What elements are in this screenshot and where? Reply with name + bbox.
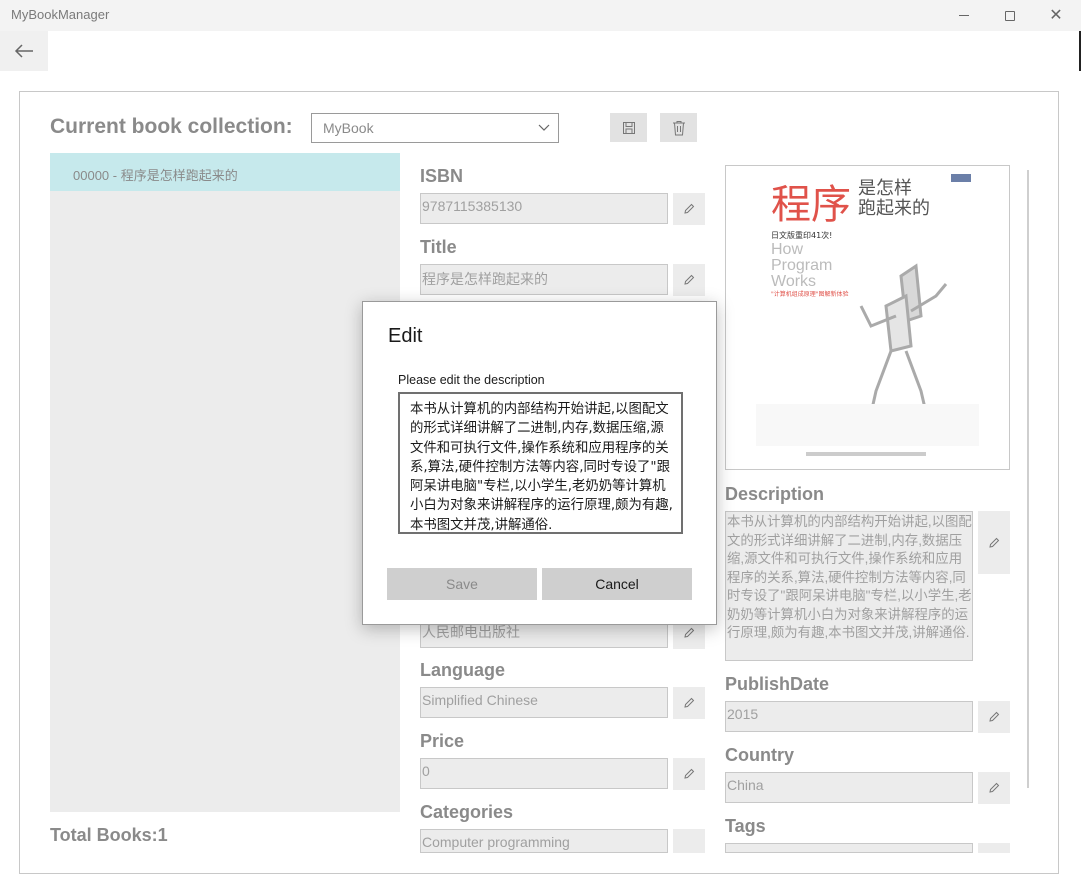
cancel-button[interactable]: Cancel (542, 568, 692, 600)
description-field[interactable]: 本书从计算机的内部结构开始讲起,以图配文的形式详细讲解了二进制,内存,数据压缩,… (725, 511, 973, 661)
publishdate-field[interactable]: 2015 (725, 701, 973, 732)
language-field[interactable]: Simplified Chinese (420, 687, 668, 718)
pencil-icon (684, 274, 695, 285)
cover-title-big: 程序 (771, 182, 851, 228)
description-value: 本书从计算机的内部结构开始讲起,以图配文的形式详细讲解了二进制,内存,数据压缩,… (727, 514, 972, 640)
isbn-value: 9787115385130 (422, 198, 523, 214)
categories-value: Computer programming (422, 834, 570, 850)
maximize-button[interactable] (987, 0, 1033, 31)
edit-categories-button[interactable] (673, 829, 705, 853)
back-arrow-icon (14, 44, 33, 58)
pencil-icon (684, 203, 695, 214)
edit-dialog: Edit Please edit the description 本书从计算机的… (362, 301, 717, 625)
edit-country-button[interactable] (978, 772, 1010, 804)
total-books: Total Books:1 (50, 825, 168, 845)
description-label: Description (725, 484, 825, 504)
pencil-icon (684, 768, 695, 779)
delete-collection-button[interactable] (660, 113, 697, 142)
collection-dropdown-value: MyBook (323, 120, 374, 136)
maximize-icon (1005, 10, 1015, 21)
book-list[interactable]: 00000 - 程序是怎样跑起来的 (50, 153, 400, 812)
title-value: 程序是怎样跑起来的 (422, 271, 548, 287)
language-value: Simplified Chinese (422, 692, 538, 708)
isbn-label: ISBN (420, 166, 464, 186)
cover-subtitle: "计算机组成原理"图解新体验 (771, 290, 849, 298)
cover-english-2: Program (771, 257, 832, 274)
list-item[interactable]: 00000 - 程序是怎样跑起来的 (50, 153, 400, 191)
close-icon: ✕ (1049, 6, 1063, 24)
pencil-icon (989, 782, 1000, 793)
save-collection-button[interactable] (610, 113, 647, 142)
cover-reprint: 日文版重印41次! (771, 230, 832, 240)
isbn-field[interactable]: 9787115385130 (420, 193, 668, 224)
dialog-prompt: Please edit the description (398, 373, 545, 387)
edit-price-button[interactable] (673, 758, 705, 790)
cover-title-rest-1: 是怎样 (858, 178, 912, 199)
book-cover-image: 程序 是怎样 跑起来的 日文版重印41次! How Program Works … (725, 165, 1010, 470)
collection-label: Current book collection: (50, 115, 293, 138)
close-button[interactable]: ✕ (1033, 0, 1079, 31)
save-disk-icon (622, 121, 635, 134)
categories-label: Categories (420, 802, 514, 822)
save-button[interactable]: Save (387, 568, 537, 600)
categories-field[interactable]: Computer programming (420, 829, 668, 853)
publishdate-value: 2015 (727, 706, 759, 722)
edit-language-button[interactable] (673, 687, 705, 719)
pencil-icon (989, 711, 1000, 722)
dialog-title: Edit (388, 325, 423, 347)
publisher-value: 人民邮电出版社 (422, 624, 520, 640)
edit-isbn-button[interactable] (673, 193, 705, 225)
pencil-icon (684, 697, 695, 708)
edit-title-button[interactable] (673, 264, 705, 296)
language-label: Language (420, 660, 506, 680)
scrollbar[interactable] (1027, 170, 1029, 788)
country-value: China (727, 777, 764, 793)
minimize-icon (959, 15, 969, 16)
chevron-down-icon (538, 124, 550, 131)
pencil-icon (684, 627, 695, 638)
collection-dropdown[interactable]: MyBook (311, 113, 559, 143)
country-field[interactable]: China (725, 772, 973, 803)
back-button[interactable] (0, 31, 48, 71)
price-field[interactable]: 0 (420, 758, 668, 789)
cover-english-3: Works (771, 273, 816, 290)
trash-icon (672, 120, 685, 135)
cover-english-1: How (771, 241, 803, 258)
book-item-label: 00000 - 程序是怎样跑起来的 (73, 168, 238, 183)
pencil-icon (989, 537, 1000, 548)
description-textarea[interactable]: 本书从计算机的内部结构开始讲起,以图配文的形式详细讲解了二进制,内存,数据压缩,… (398, 392, 683, 534)
tags-label: Tags (725, 816, 766, 836)
book-cover-art: 程序 是怎样 跑起来的 日文版重印41次! How Program Works … (756, 174, 979, 456)
app-title: MyBookManager (11, 7, 110, 22)
edit-description-button[interactable] (978, 511, 1010, 574)
title-field[interactable]: 程序是怎样跑起来的 (420, 264, 668, 295)
title-bar: MyBookManager ✕ (0, 0, 1081, 31)
cover-title-rest-2: 跑起来的 (858, 198, 930, 219)
price-value: 0 (422, 763, 430, 779)
tags-field[interactable] (725, 843, 973, 853)
title-label: Title (420, 237, 457, 257)
price-label: Price (420, 731, 465, 751)
publishdate-label: PublishDate (725, 674, 830, 694)
minimize-button[interactable] (941, 0, 987, 31)
country-label: Country (725, 745, 794, 765)
edit-publishdate-button[interactable] (978, 701, 1010, 733)
edit-tags-button[interactable] (978, 843, 1010, 853)
